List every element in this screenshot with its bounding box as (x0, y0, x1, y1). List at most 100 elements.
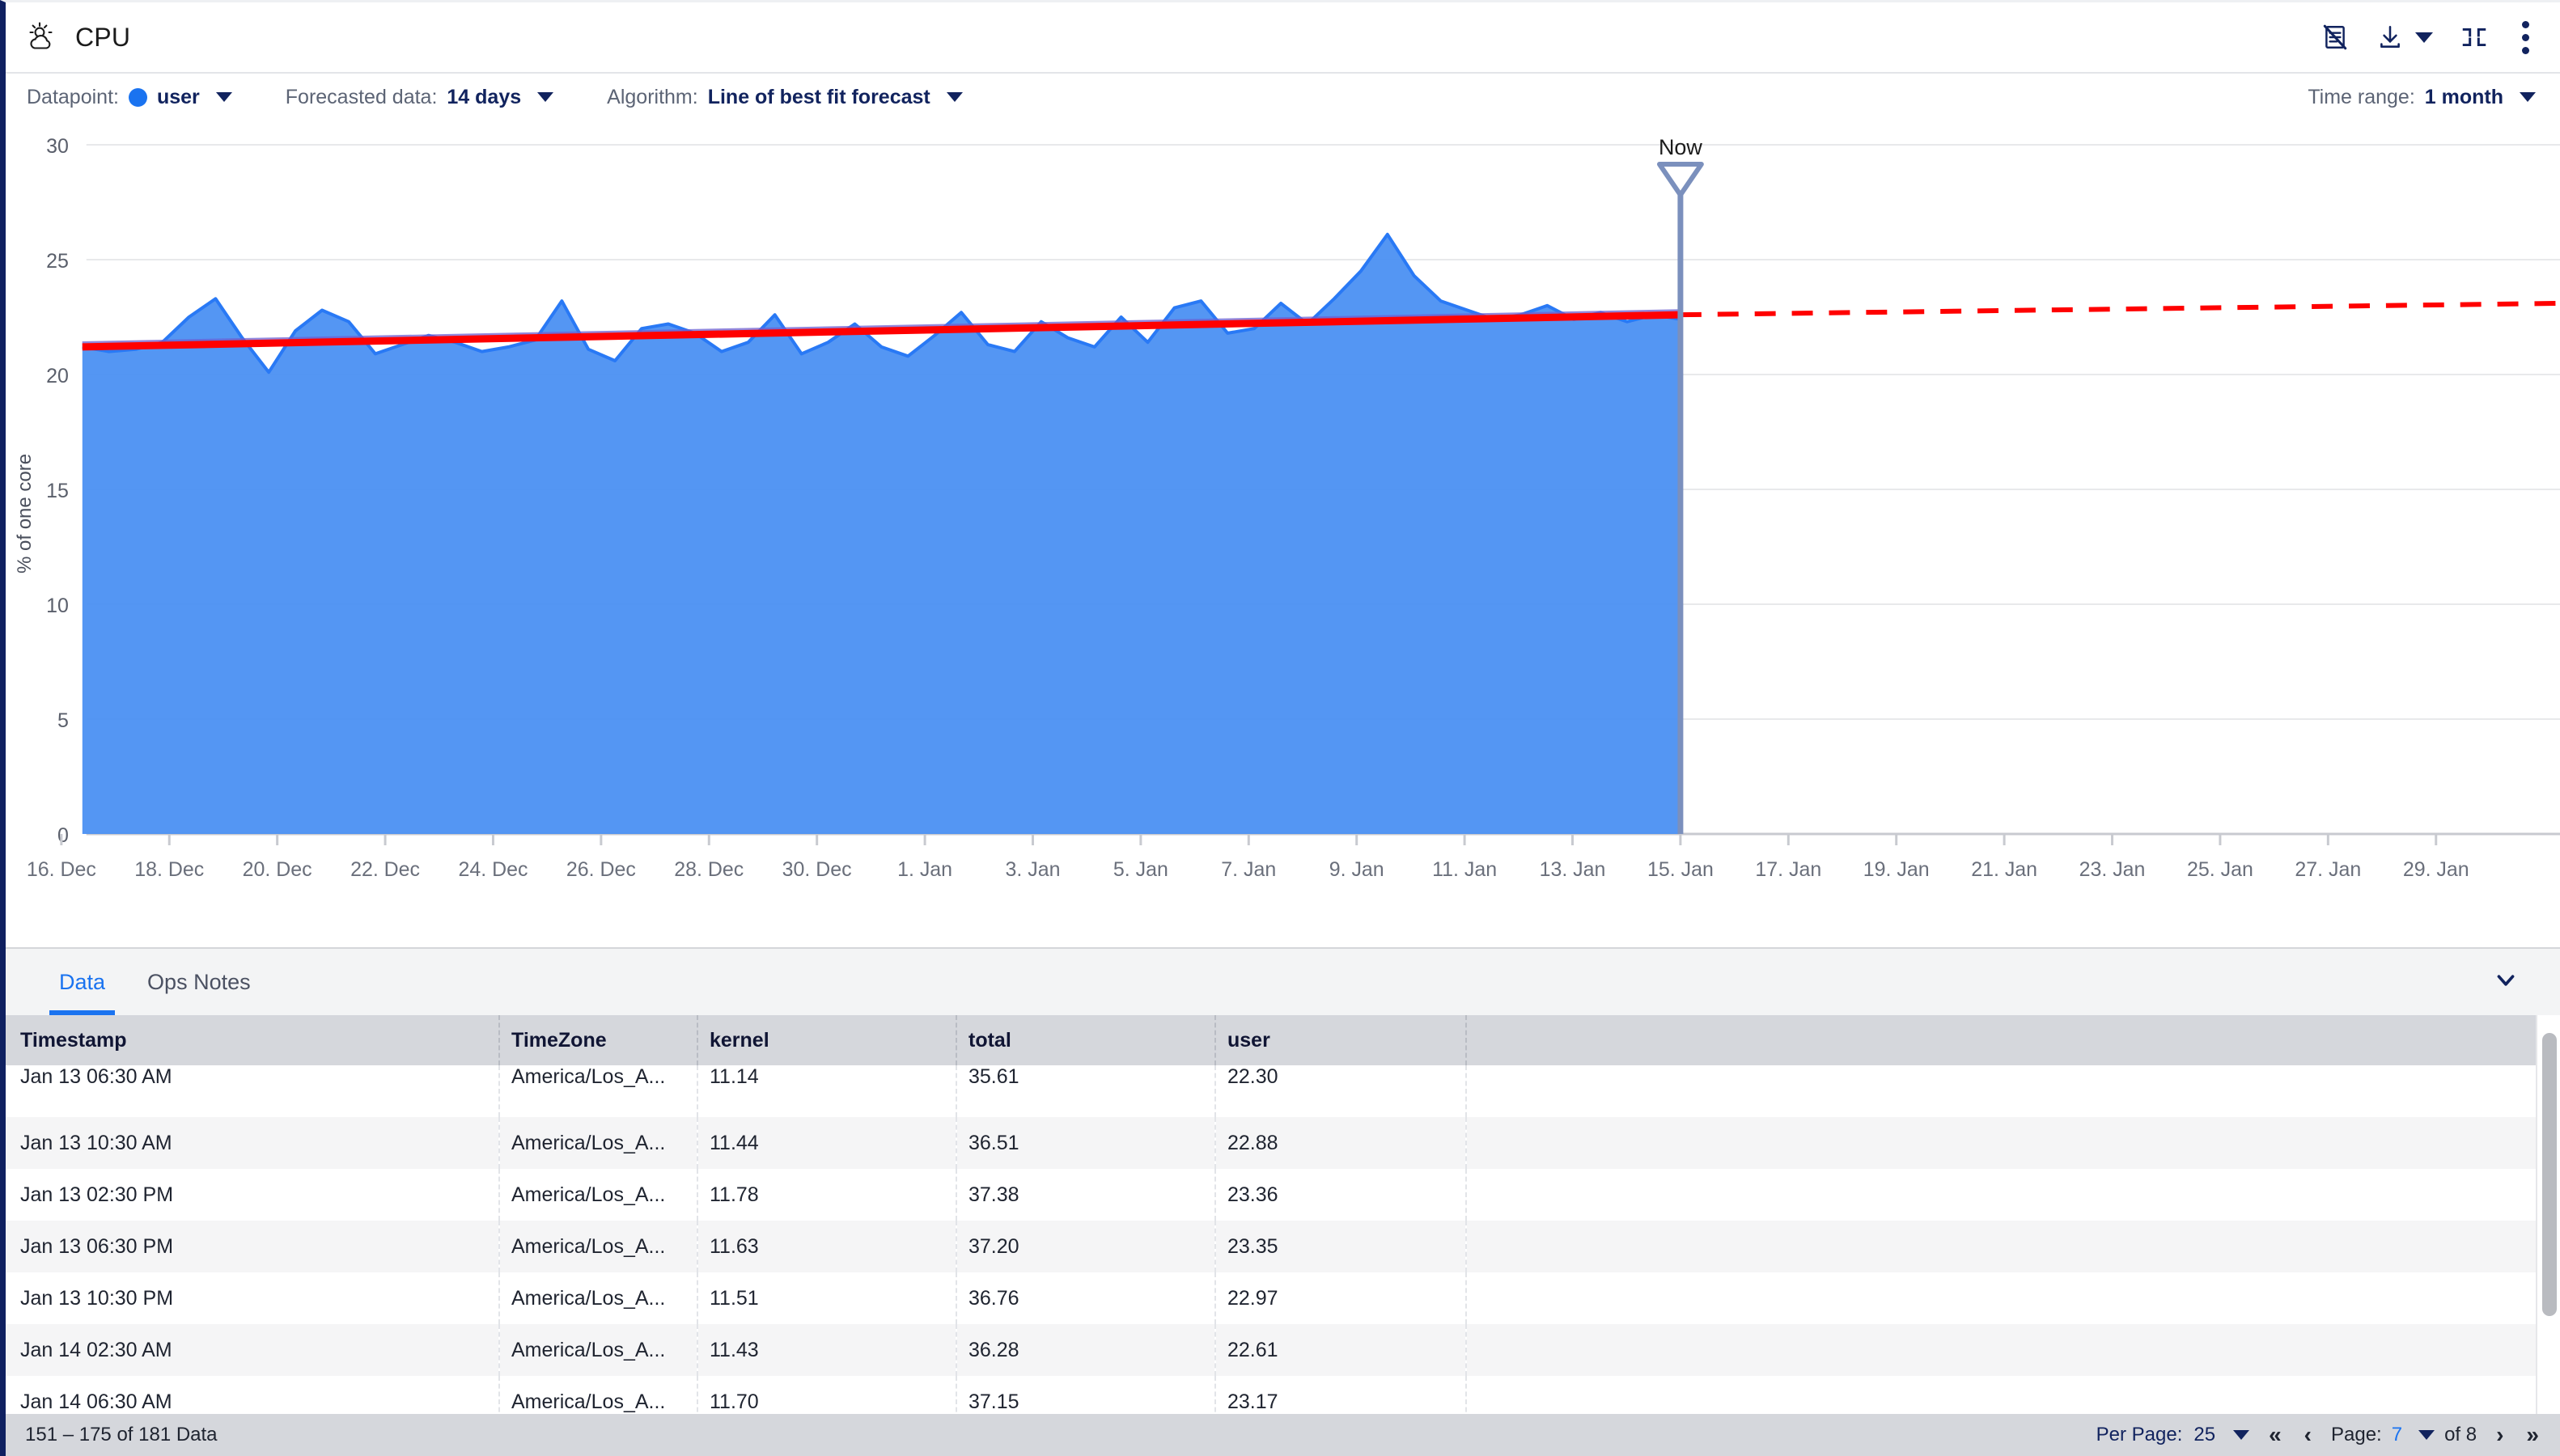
column-header-timezone[interactable]: TimeZone (499, 1015, 697, 1065)
next-page-button[interactable]: › (2493, 1422, 2507, 1448)
algorithm-label: Algorithm: (607, 86, 698, 109)
svg-text:19. Jan: 19. Jan (1863, 858, 1930, 881)
first-page-button[interactable]: « (2265, 1422, 2285, 1448)
svg-text:26. Dec: 26. Dec (566, 858, 636, 881)
table-cell-kernel: 11.78 (697, 1169, 956, 1221)
table-row[interactable]: Jan 14 02:30 AMAmerica/Los_A...11.4336.2… (6, 1324, 2560, 1376)
svg-text:27. Jan: 27. Jan (2295, 858, 2361, 881)
cpu-area-chart[interactable]: % of one core 05101520253016. Dec18. Dec… (6, 121, 2560, 947)
table-cell-timezone: America/Los_A... (499, 1065, 697, 1117)
table-cell-kernel: 11.14 (697, 1065, 956, 1117)
tab-ops-notes-label: Ops Notes (147, 970, 251, 995)
last-page-button[interactable]: » (2523, 1422, 2542, 1448)
panel-header: CPU (6, 2, 2560, 74)
algorithm-value: Line of best fit forecast (708, 86, 930, 109)
svg-text:22. Dec: 22. Dec (350, 858, 420, 881)
chevron-down-icon (2520, 92, 2536, 102)
table-cell-total: 36.76 (956, 1272, 1215, 1324)
page-selector[interactable]: Page: 7 of 8 (2331, 1424, 2477, 1446)
per-page-value: 25 (2193, 1424, 2215, 1446)
header-left: CPU (25, 21, 130, 53)
chevron-down-icon (947, 92, 963, 102)
tab-ops-notes[interactable]: Ops Notes (126, 949, 272, 1015)
svg-text:5: 5 (57, 709, 69, 732)
column-header-total[interactable]: total (956, 1015, 1215, 1065)
svg-text:10: 10 (46, 595, 69, 617)
notes-off-icon[interactable] (2321, 23, 2349, 51)
per-page-label: Per Page: (2096, 1424, 2183, 1446)
time-range-label: Time range: (2308, 86, 2414, 109)
svg-text:11. Jan: 11. Jan (1432, 858, 1497, 881)
table-cell-spacer (1466, 1324, 2560, 1376)
table-cell-timestamp: Jan 14 02:30 AM (6, 1324, 499, 1376)
table-row[interactable]: Jan 13 06:30 AMAmerica/Los_A...11.1435.6… (6, 1065, 2560, 1117)
svg-text:20: 20 (46, 365, 69, 387)
table-cell-timezone: America/Los_A... (499, 1221, 697, 1272)
table-cell-timestamp: Jan 13 06:30 AM (6, 1065, 499, 1117)
page-total: of 8 (2444, 1424, 2477, 1446)
svg-text:20. Dec: 20. Dec (243, 858, 312, 881)
table-cell-timezone: America/Los_A... (499, 1324, 697, 1376)
tab-data[interactable]: Data (38, 949, 126, 1015)
table-cell-total: 37.20 (956, 1221, 1215, 1272)
svg-text:5. Jan: 5. Jan (1113, 858, 1168, 881)
table-cell-user: 22.61 (1215, 1324, 1466, 1376)
prev-page-button[interactable]: ‹ (2301, 1422, 2315, 1448)
svg-text:17. Jan: 17. Jan (1755, 858, 1821, 881)
table-cell-user: 22.88 (1215, 1117, 1466, 1169)
svg-text:7. Jan: 7. Jan (1221, 858, 1276, 881)
svg-text:1. Jan: 1. Jan (897, 858, 952, 881)
column-header-kernel[interactable]: kernel (697, 1015, 956, 1065)
download-group (2376, 23, 2433, 51)
collapse-icon[interactable] (2460, 23, 2488, 51)
svg-text:21. Jan: 21. Jan (1971, 858, 2037, 881)
chart-controls: Datapoint: user Forecasted data: 14 days… (6, 74, 2560, 121)
data-table-area: Timestamp TimeZone kernel total user Jan… (6, 1015, 2560, 1428)
column-header-spacer (1466, 1015, 2560, 1065)
datapoint-selector[interactable]: Datapoint: user (27, 86, 232, 109)
scrollbar-thumb[interactable] (2542, 1033, 2557, 1316)
table-cell-spacer (1466, 1221, 2560, 1272)
sun-cloud-icon (25, 21, 57, 53)
table-cell-kernel: 11.63 (697, 1221, 956, 1272)
table-vertical-scrollbar[interactable] (2536, 1015, 2560, 1428)
download-icon[interactable] (2376, 23, 2404, 51)
table-cell-user: 23.35 (1215, 1221, 1466, 1272)
table-row[interactable]: Jan 13 10:30 AMAmerica/Los_A...11.4436.5… (6, 1117, 2560, 1169)
algorithm-selector[interactable]: Algorithm: Line of best fit forecast (607, 86, 963, 109)
table-row[interactable]: Jan 13 10:30 PMAmerica/Los_A...11.5136.7… (6, 1272, 2560, 1324)
tab-data-label: Data (59, 970, 105, 995)
data-table: Timestamp TimeZone kernel total user Jan… (6, 1015, 2560, 1428)
svg-text:24. Dec: 24. Dec (458, 858, 528, 881)
column-header-user[interactable]: user (1215, 1015, 1466, 1065)
column-header-timestamp[interactable]: Timestamp (6, 1015, 499, 1065)
forecast-selector[interactable]: Forecasted data: 14 days (286, 86, 553, 109)
svg-text:25: 25 (46, 250, 69, 273)
table-cell-spacer (1466, 1272, 2560, 1324)
table-row[interactable]: Jan 13 06:30 PMAmerica/Los_A...11.6337.2… (6, 1221, 2560, 1272)
svg-text:3. Jan: 3. Jan (1006, 858, 1061, 881)
time-range-selector[interactable]: Time range: 1 month (2308, 86, 2536, 109)
chevron-down-icon[interactable] (2415, 32, 2433, 43)
svg-text:18. Dec: 18. Dec (134, 858, 204, 881)
chevron-down-icon[interactable] (2494, 968, 2518, 997)
more-vertical-icon[interactable] (2515, 19, 2536, 56)
datapoint-value: user (157, 86, 200, 109)
chevron-down-icon (2233, 1430, 2249, 1440)
svg-text:30: 30 (46, 135, 69, 158)
per-page-selector[interactable]: Per Page: 25 (2096, 1424, 2249, 1446)
table-cell-timestamp: Jan 13 02:30 PM (6, 1169, 499, 1221)
bottom-tabbar: Data Ops Notes (6, 947, 2560, 1015)
pagination-controls: Per Page: 25 « ‹ Page: 7 of 8 › » (2096, 1422, 2542, 1448)
table-cell-timezone: America/Los_A... (499, 1169, 697, 1221)
table-header-row: Timestamp TimeZone kernel total user (6, 1015, 2560, 1065)
time-range-value: 1 month (2425, 86, 2503, 109)
table-cell-user: 22.97 (1215, 1272, 1466, 1324)
table-cell-user: 22.30 (1215, 1065, 1466, 1117)
table-row[interactable]: Jan 13 02:30 PMAmerica/Los_A...11.7837.3… (6, 1169, 2560, 1221)
table-cell-timezone: America/Los_A... (499, 1272, 697, 1324)
chevron-down-icon (2418, 1430, 2435, 1440)
table-cell-kernel: 11.44 (697, 1117, 956, 1169)
table-cell-user: 23.36 (1215, 1169, 1466, 1221)
table-cell-total: 36.51 (956, 1117, 1215, 1169)
